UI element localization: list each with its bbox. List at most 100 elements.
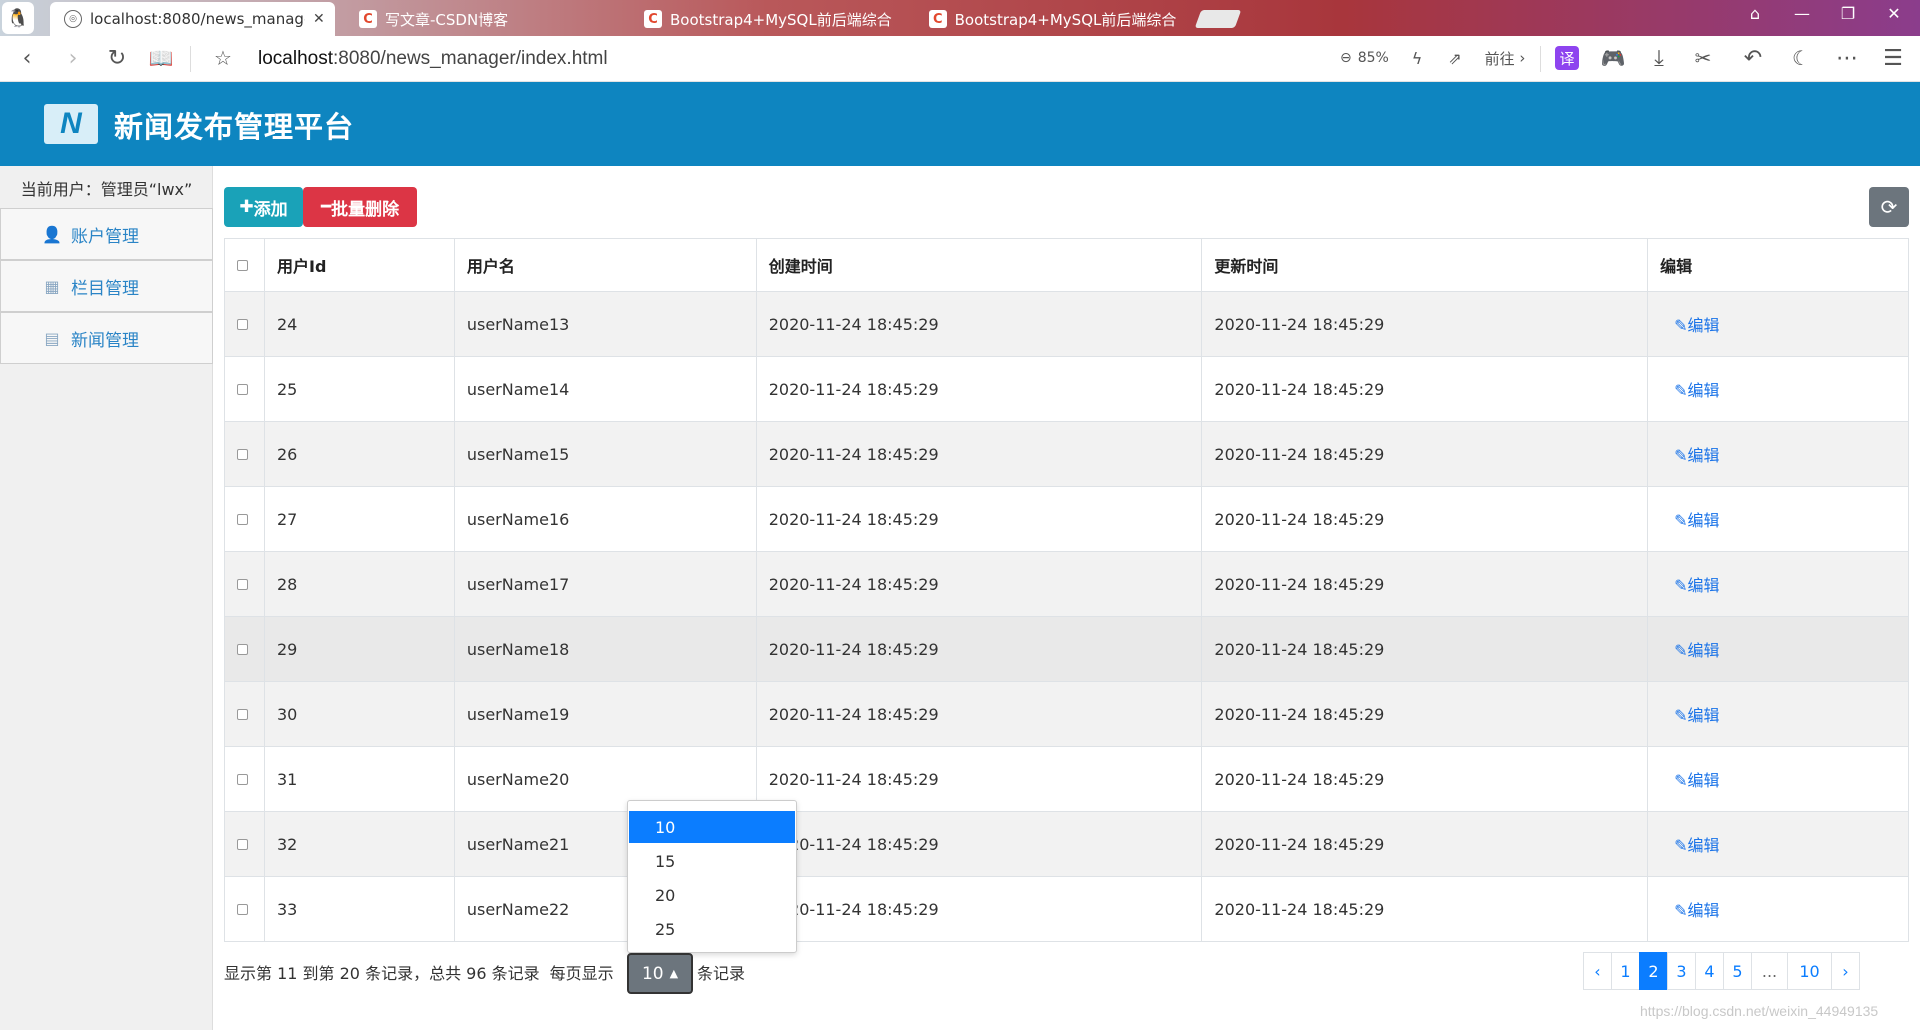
page-size-button[interactable]: 10 ▲: [627, 953, 693, 994]
edit-link[interactable]: ✎编辑: [1660, 706, 1719, 725]
page-button[interactable]: 3: [1667, 952, 1696, 990]
per-page-suffix: 条记录: [697, 964, 746, 983]
row-checkbox[interactable]: [237, 318, 248, 330]
tab-title: localhost:8080/news_manage: [90, 10, 305, 28]
page-size-option[interactable]: 20: [629, 879, 795, 911]
close-icon[interactable]: ✕: [313, 11, 325, 27]
page-size-option[interactable]: 10: [629, 811, 795, 843]
edit-link[interactable]: ✎编辑: [1660, 901, 1719, 920]
cell-username: userName17: [453, 551, 757, 617]
cell-user-id: 26: [263, 421, 455, 487]
browser-tab-bar: 🐧 ◎ localhost:8080/news_manage ✕ C 写文章-C…: [0, 0, 1920, 36]
column-header[interactable]: 用户名: [453, 238, 757, 292]
sidebar-item-label: 栏目管理: [71, 278, 139, 299]
undo-icon[interactable]: ↶: [1738, 44, 1768, 72]
edit-icon: ✎: [1674, 576, 1688, 595]
column-header[interactable]: 创建时间: [755, 238, 1203, 292]
address-bar[interactable]: localhost:8080/news_manager/index.html: [258, 48, 608, 70]
sidebar-item-accounts[interactable]: 👤 账户管理: [0, 208, 213, 260]
edit-label: 编辑: [1687, 576, 1720, 595]
sidebar-item-label: 账户管理: [71, 226, 139, 247]
edit-link[interactable]: ✎编辑: [1660, 381, 1719, 400]
column-header[interactable]: 用户Id: [263, 238, 455, 292]
edit-link[interactable]: ✎编辑: [1660, 316, 1719, 335]
page-button[interactable]: 1: [1611, 952, 1640, 990]
add-button[interactable]: ✚ 添加: [224, 187, 303, 227]
page-button[interactable]: 5: [1723, 952, 1752, 990]
moon-icon[interactable]: ☾: [1786, 44, 1816, 72]
edit-link[interactable]: ✎编辑: [1660, 576, 1719, 595]
page-size-option[interactable]: 15: [629, 845, 795, 877]
row-checkbox[interactable]: [237, 773, 248, 785]
page-button[interactable]: 10: [1787, 952, 1832, 990]
row-checkbox[interactable]: [237, 708, 248, 720]
edit-icon: ✎: [1674, 771, 1688, 790]
download-icon[interactable]: ⤓: [1644, 44, 1674, 72]
cell-created: 2020-11-24 18:45:29: [755, 291, 1203, 357]
logo-text: N: [60, 107, 82, 140]
row-select-cell: [224, 746, 265, 812]
table-row: 24 userName13 2020-11-24 18:45:29 2020-11-2…: [224, 291, 1909, 357]
column-header: 编辑: [1647, 238, 1909, 292]
minus-icon: ━: [320, 197, 332, 217]
column-header[interactable]: 更新时间: [1201, 238, 1649, 292]
pagination-info: 显示第 11 到第 20 条记录，总共 96 条记录 每页显示: [224, 960, 614, 984]
page-button[interactable]: 4: [1695, 952, 1724, 990]
minimize-icon[interactable]: —: [1782, 4, 1822, 23]
row-checkbox[interactable]: [237, 513, 248, 525]
scissors-icon[interactable]: ✂: [1688, 44, 1718, 72]
edit-link[interactable]: ✎编辑: [1660, 446, 1719, 465]
zoom-indicator[interactable]: ⊖ 85%: [1340, 50, 1389, 66]
star-icon[interactable]: ☆: [208, 44, 238, 72]
translate-icon[interactable]: 译: [1555, 46, 1579, 70]
row-checkbox[interactable]: [237, 838, 248, 850]
close-window-icon[interactable]: ✕: [1874, 4, 1914, 23]
page-size-menu: 10 15 20 25: [627, 800, 797, 953]
cell-user-id: 33: [263, 876, 455, 942]
row-checkbox[interactable]: [237, 903, 248, 915]
batch-delete-button[interactable]: ━ 批量删除: [303, 187, 417, 227]
tab-csdn-write[interactable]: C 写文章-CSDN博客: [345, 2, 625, 36]
select-all-checkbox[interactable]: [237, 259, 248, 271]
csdn-icon: C: [644, 10, 662, 28]
page-next-button[interactable]: ›: [1831, 952, 1860, 990]
row-checkbox[interactable]: [237, 383, 248, 395]
tab-bootstrap-1[interactable]: C Bootstrap4+MySQL前后端综合: [630, 2, 910, 36]
more-icon[interactable]: ⋯: [1832, 44, 1862, 72]
sidebar-item-columns[interactable]: ▦ 栏目管理: [0, 260, 213, 312]
page-size-option[interactable]: 25: [629, 913, 795, 945]
edit-link[interactable]: ✎编辑: [1660, 511, 1719, 530]
page-prev-button[interactable]: ‹: [1583, 952, 1612, 990]
plus-icon: ✚: [239, 197, 254, 217]
edit-link[interactable]: ✎编辑: [1660, 836, 1719, 855]
restore-icon[interactable]: ❐: [1828, 4, 1868, 23]
sidebar-item-news[interactable]: ▤ 新闻管理: [0, 312, 213, 364]
row-checkbox[interactable]: [237, 643, 248, 655]
url-host: localhost: [258, 48, 333, 69]
reader-icon[interactable]: 📖: [146, 44, 176, 72]
row-select-cell: [224, 551, 265, 617]
forward-icon[interactable]: ›: [58, 44, 88, 72]
flash-icon[interactable]: ϟ: [1402, 44, 1432, 72]
edit-label: 编辑: [1687, 901, 1720, 920]
game-icon[interactable]: 🎮: [1598, 44, 1628, 72]
profile-avatar[interactable]: 🐧: [2, 2, 34, 34]
tab-bootstrap-2[interactable]: C Bootstrap4+MySQL前后端综合: [915, 2, 1190, 36]
goto-button[interactable]: 前往 ›: [1475, 44, 1535, 72]
back-icon[interactable]: ‹: [12, 44, 42, 72]
menu-icon[interactable]: ☰: [1878, 44, 1908, 72]
new-tab-button[interactable]: [1194, 10, 1242, 28]
edit-link[interactable]: ✎编辑: [1660, 641, 1719, 660]
edit-link[interactable]: ✎编辑: [1660, 771, 1719, 790]
tab-localhost[interactable]: ◎ localhost:8080/news_manage ✕: [50, 2, 335, 36]
page-button[interactable]: 2: [1639, 952, 1668, 990]
row-select-cell: [224, 486, 265, 552]
news-icon: ▤: [44, 328, 60, 348]
row-checkbox[interactable]: [237, 578, 248, 590]
row-checkbox[interactable]: [237, 448, 248, 460]
shirt-icon[interactable]: ⌂: [1735, 4, 1775, 23]
refresh-button[interactable]: ⟳: [1869, 187, 1909, 227]
share-icon[interactable]: ⇗: [1440, 44, 1470, 72]
zoom-level: 85%: [1357, 50, 1389, 66]
reload-icon[interactable]: ↻: [102, 44, 132, 72]
